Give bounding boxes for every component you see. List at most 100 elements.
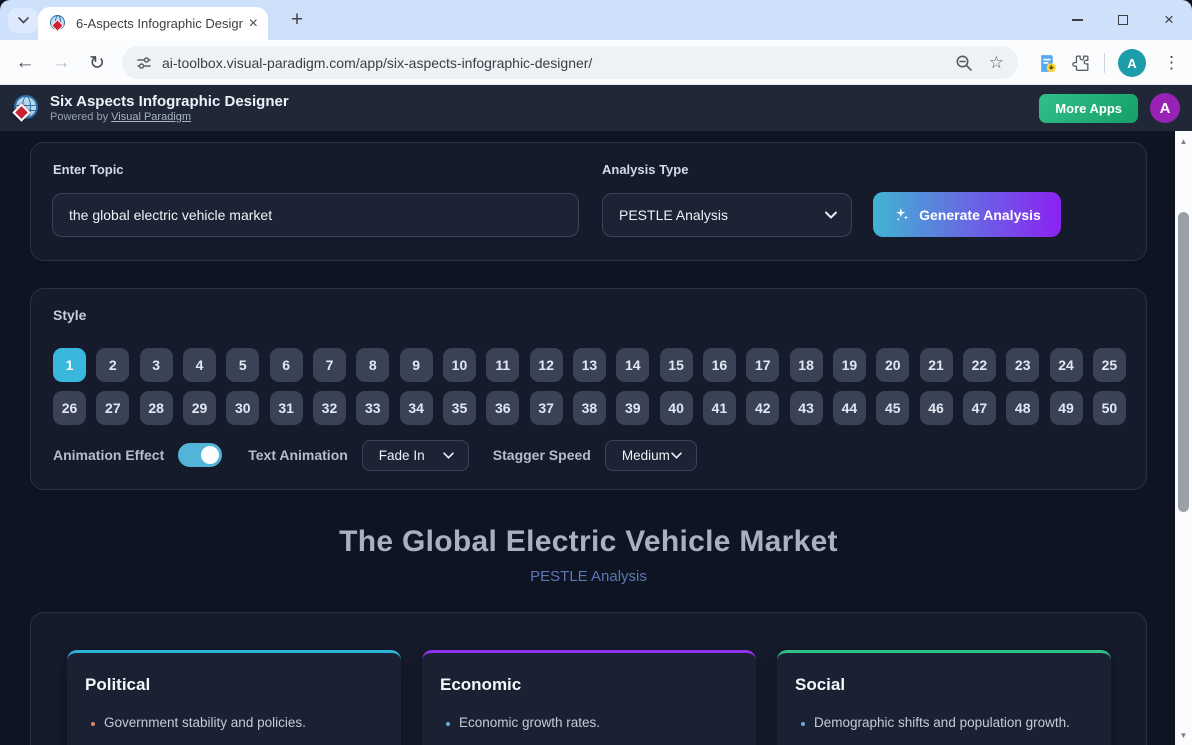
url-bar[interactable]: ai-toolbox.visual-paradigm.com/app/six-a… (122, 46, 1018, 79)
style-option-48[interactable]: 48 (1006, 391, 1039, 425)
scroll-up-icon[interactable]: ▲ (1175, 133, 1192, 149)
browser-toolbar: ← → ↻ ai-toolbox.visual-paradigm.com/app… (0, 40, 1192, 85)
style-option-10[interactable]: 10 (443, 348, 476, 382)
style-option-26[interactable]: 26 (53, 391, 86, 425)
style-option-33[interactable]: 33 (356, 391, 389, 425)
bookmark-star-icon[interactable]: ☆ (989, 53, 1004, 73)
style-option-21[interactable]: 21 (920, 348, 953, 382)
style-option-32[interactable]: 32 (313, 391, 346, 425)
style-option-45[interactable]: 45 (876, 391, 909, 425)
result-panel: Political Government stability and polici… (30, 612, 1147, 745)
style-option-39[interactable]: 39 (616, 391, 649, 425)
style-option-17[interactable]: 17 (746, 348, 779, 382)
style-option-19[interactable]: 19 (833, 348, 866, 382)
style-option-34[interactable]: 34 (400, 391, 433, 425)
visual-paradigm-link[interactable]: Visual Paradigm (111, 111, 191, 123)
style-option-44[interactable]: 44 (833, 391, 866, 425)
style-option-40[interactable]: 40 (660, 391, 693, 425)
style-option-3[interactable]: 3 (140, 348, 173, 382)
style-option-27[interactable]: 27 (96, 391, 129, 425)
style-option-46[interactable]: 46 (920, 391, 953, 425)
style-option-43[interactable]: 43 (790, 391, 823, 425)
tab-title: 6-Aspects Infographic Designer (76, 16, 243, 31)
generate-analysis-button[interactable]: Generate Analysis (873, 192, 1061, 237)
style-option-35[interactable]: 35 (443, 391, 476, 425)
style-option-12[interactable]: 12 (530, 348, 563, 382)
sparkle-icon (893, 206, 910, 223)
style-option-15[interactable]: 15 (660, 348, 693, 382)
style-option-37[interactable]: 37 (530, 391, 563, 425)
style-option-22[interactable]: 22 (963, 348, 996, 382)
analysis-type-select[interactable]: PESTLE Analysis (602, 193, 852, 237)
card-item-text: Demographic shifts and population growth… (814, 714, 1070, 732)
style-option-28[interactable]: 28 (140, 391, 173, 425)
style-option-50[interactable]: 50 (1093, 391, 1126, 425)
analysis-type-value: PESTLE Analysis (619, 207, 728, 223)
app-title: Six Aspects Infographic Designer (50, 93, 1039, 111)
browser-menu-icon[interactable]: ⋮ (1159, 53, 1184, 73)
style-option-9[interactable]: 9 (400, 348, 433, 382)
style-option-4[interactable]: 4 (183, 348, 216, 382)
tab-close-icon[interactable]: × (249, 16, 258, 32)
card-bullet-item: Demographic shifts and population growth… (801, 714, 1097, 732)
extensions-icon[interactable] (1071, 53, 1091, 73)
zoom-icon[interactable] (955, 54, 973, 72)
style-option-5[interactable]: 5 (226, 348, 259, 382)
style-option-23[interactable]: 23 (1006, 348, 1039, 382)
browser-tab[interactable]: 6-Aspects Infographic Designer × (38, 7, 268, 40)
close-window-button[interactable]: × (1146, 0, 1192, 40)
style-option-38[interactable]: 38 (573, 391, 606, 425)
stagger-speed-value: Medium (622, 448, 670, 463)
style-option-13[interactable]: 13 (573, 348, 606, 382)
animation-controls: Animation Effect Text Animation Fade In … (53, 439, 697, 471)
browser-profile-avatar[interactable]: A (1118, 49, 1146, 77)
reading-list-download-icon[interactable] (1037, 53, 1058, 74)
page-scrollbar[interactable]: ▲ ▼ (1175, 131, 1192, 745)
app-avatar[interactable]: A (1150, 93, 1180, 123)
new-tab-button[interactable]: + (284, 7, 310, 33)
back-button[interactable]: ← (10, 48, 40, 78)
animation-effect-label: Animation Effect (53, 447, 164, 463)
maximize-icon (1118, 15, 1128, 25)
cards-container: Political Government stability and polici… (67, 650, 1111, 745)
reload-button[interactable]: ↻ (82, 48, 112, 78)
style-option-6[interactable]: 6 (270, 348, 303, 382)
card-bullet-item: Government stability and policies. (91, 714, 387, 732)
style-option-41[interactable]: 41 (703, 391, 736, 425)
scrollbar-thumb[interactable] (1178, 212, 1189, 512)
animation-effect-toggle[interactable] (178, 443, 222, 467)
style-option-47[interactable]: 47 (963, 391, 996, 425)
more-apps-button[interactable]: More Apps (1039, 94, 1138, 123)
minimize-button[interactable] (1054, 0, 1100, 40)
style-option-20[interactable]: 20 (876, 348, 909, 382)
style-option-30[interactable]: 30 (226, 391, 259, 425)
style-option-14[interactable]: 14 (616, 348, 649, 382)
style-option-31[interactable]: 31 (270, 391, 303, 425)
style-option-16[interactable]: 16 (703, 348, 736, 382)
style-option-2[interactable]: 2 (96, 348, 129, 382)
style-option-36[interactable]: 36 (486, 391, 519, 425)
scroll-down-icon[interactable]: ▼ (1175, 727, 1192, 743)
text-animation-select[interactable]: Fade In (362, 440, 469, 471)
style-option-24[interactable]: 24 (1050, 348, 1083, 382)
window-controls: × (1054, 0, 1192, 40)
maximize-button[interactable] (1100, 0, 1146, 40)
forward-button[interactable]: → (46, 48, 76, 78)
stagger-speed-label: Stagger Speed (493, 447, 591, 463)
style-option-25[interactable]: 25 (1093, 348, 1126, 382)
style-option-18[interactable]: 18 (790, 348, 823, 382)
card-heading: Political (85, 675, 401, 695)
result-title-block: The Global Electric Vehicle Market PESTL… (30, 525, 1147, 585)
style-option-42[interactable]: 42 (746, 391, 779, 425)
style-option-11[interactable]: 11 (486, 348, 519, 382)
toolbar-divider (1104, 53, 1105, 73)
style-option-8[interactable]: 8 (356, 348, 389, 382)
generate-analysis-label: Generate Analysis (919, 207, 1041, 223)
style-option-1[interactable]: 1 (53, 348, 86, 382)
style-option-49[interactable]: 49 (1050, 391, 1083, 425)
tab-search-button[interactable] (8, 8, 38, 33)
stagger-speed-select[interactable]: Medium (605, 440, 697, 471)
topic-input[interactable] (52, 193, 579, 237)
style-option-7[interactable]: 7 (313, 348, 346, 382)
style-option-29[interactable]: 29 (183, 391, 216, 425)
